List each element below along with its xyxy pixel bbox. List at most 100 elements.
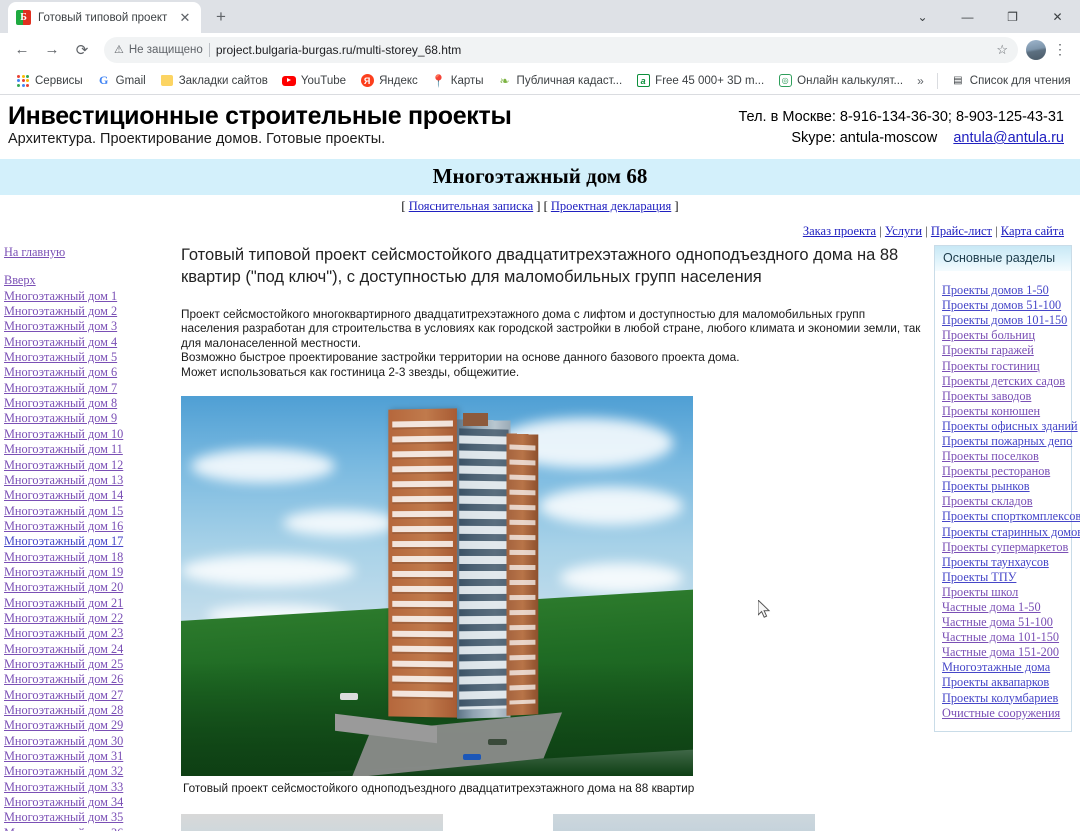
right-sidebar-item-9[interactable]: Проекты конюшен	[942, 404, 1065, 419]
bookmark-gmail[interactable]: G Gmail	[90, 72, 153, 90]
right-sidebar-item-17[interactable]: Проекты старинных домов	[942, 525, 1080, 540]
bookmark-star-icon[interactable]: ☆	[996, 42, 1008, 58]
sidebar-item-project-7[interactable]: Многоэтажный дом 7	[4, 381, 175, 396]
right-sidebar-item-29[interactable]: Очистные сооружения	[942, 706, 1065, 721]
right-sidebar-item-3[interactable]: Проекты домов 101-150	[942, 313, 1067, 328]
right-sidebar-item-18[interactable]: Проекты супермаркетов	[942, 540, 1068, 555]
reading-list-button[interactable]: ▤ Список для чтения	[944, 72, 1078, 90]
back-icon[interactable]: ←	[8, 36, 36, 64]
right-sidebar-item-5[interactable]: Проекты гаражей	[942, 343, 1065, 358]
right-sidebar-item-23[interactable]: Частные дома 51-100	[942, 615, 1065, 630]
sidebar-item-project-24[interactable]: Многоэтажный дом 24	[4, 642, 175, 657]
sidebar-item-project-16[interactable]: Многоэтажный дом 16	[4, 519, 175, 534]
bookmark-sites-folder[interactable]: Закладки сайтов	[153, 72, 275, 90]
right-sidebar-item-27[interactable]: Проекты аквапарков	[942, 675, 1065, 690]
right-sidebar-item-16[interactable]: Проекты спорткомплексов	[942, 509, 1080, 524]
right-sidebar-item-4[interactable]: Проекты больниц	[942, 328, 1065, 343]
forward-icon[interactable]: →	[38, 36, 66, 64]
right-sidebar-item-26[interactable]: Многоэтажные дома	[942, 660, 1065, 675]
sidebar-item-project-21[interactable]: Многоэтажный дом 21	[4, 596, 175, 611]
right-sidebar-item-12[interactable]: Проекты поселков	[942, 449, 1065, 464]
sidebar-item-project-33[interactable]: Многоэтажный дом 33	[4, 780, 175, 795]
sidebar-item-project-25[interactable]: Многоэтажный дом 25	[4, 657, 175, 672]
bookmark-3d-models[interactable]: a Free 45 000+ 3D m...	[629, 72, 771, 90]
bookmark-yandex[interactable]: Я Яндекс	[353, 72, 425, 90]
sidebar-item-project-28[interactable]: Многоэтажный дом 28	[4, 703, 175, 718]
sidebar-item-project-12[interactable]: Многоэтажный дом 12	[4, 458, 175, 473]
browser-tab-active[interactable]: Б Готовый типовой проект сейсм ✕	[8, 2, 201, 33]
sidebar-item-home[interactable]: На главную	[4, 245, 175, 260]
right-sidebar-item-14[interactable]: Проекты рынков	[942, 479, 1065, 494]
sidebar-item-project-11[interactable]: Многоэтажный дом 11	[4, 442, 175, 457]
maximize-icon[interactable]: ❐	[990, 0, 1035, 33]
minimize-icon[interactable]: —	[945, 0, 990, 33]
right-sidebar-item-25[interactable]: Частные дома 151-200	[942, 645, 1065, 660]
sidebar-item-project-31[interactable]: Многоэтажный дом 31	[4, 749, 175, 764]
right-sidebar-item-13[interactable]: Проекты ресторанов	[942, 464, 1065, 479]
new-tab-button[interactable]: +	[207, 3, 235, 31]
sidebar-item-project-4[interactable]: Многоэтажный дом 4	[4, 335, 175, 350]
right-sidebar-item-21[interactable]: Проекты школ	[942, 585, 1065, 600]
right-sidebar-item-28[interactable]: Проекты колумбариев	[942, 691, 1065, 706]
sidebar-item-project-6[interactable]: Многоэтажный дом 6	[4, 365, 175, 380]
sidebar-item-project-19[interactable]: Многоэтажный дом 19	[4, 565, 175, 580]
sidebar-item-project-13[interactable]: Многоэтажный дом 13	[4, 473, 175, 488]
profile-avatar[interactable]	[1026, 39, 1046, 60]
bookmark-online-calculator[interactable]: ◎ Онлайн калькулят...	[771, 72, 910, 90]
sidebar-item-project-26[interactable]: Многоэтажный дом 26	[4, 672, 175, 687]
right-sidebar-item-24[interactable]: Частные дома 101-150	[942, 630, 1065, 645]
address-bar[interactable]: ⚠ Не защищено project.bulgaria-burgas.ru…	[104, 36, 1018, 63]
right-sidebar-item-7[interactable]: Проекты детских садов	[942, 374, 1065, 389]
bookmark-services[interactable]: Сервисы	[9, 72, 90, 90]
sitemap-link[interactable]: Карта сайта	[1001, 224, 1064, 238]
right-sidebar-item-1[interactable]: Проекты домов 1-50	[942, 283, 1065, 298]
sidebar-item-project-2[interactable]: Многоэтажный дом 2	[4, 304, 175, 319]
sidebar-item-project-36[interactable]: Многоэтажный дом 36	[4, 826, 175, 831]
sidebar-item-project-29[interactable]: Многоэтажный дом 29	[4, 718, 175, 733]
right-sidebar-item-11[interactable]: Проекты пожарных депо	[942, 434, 1072, 449]
sidebar-item-project-34[interactable]: Многоэтажный дом 34	[4, 795, 175, 810]
sidebar-item-project-3[interactable]: Многоэтажный дом 3	[4, 319, 175, 334]
price-list-link[interactable]: Прайс-лист	[931, 224, 992, 238]
close-window-icon[interactable]: ✕	[1035, 0, 1080, 33]
thumbnail-image-2[interactable]	[553, 813, 815, 831]
right-sidebar-item-10[interactable]: Проекты офисных зданий	[942, 419, 1078, 434]
sidebar-item-project-23[interactable]: Многоэтажный дом 23	[4, 626, 175, 641]
close-tab-icon[interactable]: ✕	[177, 10, 193, 26]
right-sidebar-item-15[interactable]: Проекты складов	[942, 494, 1065, 509]
right-sidebar-item-6[interactable]: Проекты гостиниц	[942, 359, 1065, 374]
right-sidebar-item-20[interactable]: Проекты ТПУ	[942, 570, 1065, 585]
sidebar-item-project-17[interactable]: Многоэтажный дом 17	[4, 534, 175, 549]
sidebar-item-project-18[interactable]: Многоэтажный дом 18	[4, 550, 175, 565]
sidebar-item-project-22[interactable]: Многоэтажный дом 22	[4, 611, 175, 626]
right-sidebar-item-22[interactable]: Частные дома 1-50	[942, 600, 1065, 615]
sidebar-item-project-14[interactable]: Многоэтажный дом 14	[4, 488, 175, 503]
sidebar-item-project-9[interactable]: Многоэтажный дом 9	[4, 411, 175, 426]
order-project-link[interactable]: Заказ проекта	[803, 224, 876, 238]
sidebar-item-project-10[interactable]: Многоэтажный дом 10	[4, 427, 175, 442]
building-render-image[interactable]	[181, 395, 693, 776]
reload-icon[interactable]: ⟳	[68, 36, 96, 64]
sidebar-item-project-32[interactable]: Многоэтажный дом 32	[4, 764, 175, 779]
sidebar-item-project-27[interactable]: Многоэтажный дом 27	[4, 688, 175, 703]
right-sidebar-item-2[interactable]: Проекты домов 51-100	[942, 298, 1065, 313]
bookmark-maps[interactable]: 📍 Карты	[425, 72, 491, 90]
sidebar-item-project-35[interactable]: Многоэтажный дом 35	[4, 810, 175, 825]
email-link[interactable]: antula@antula.ru	[953, 130, 1064, 146]
browser-menu-icon[interactable]: ⋮	[1048, 41, 1072, 58]
chevron-down-icon[interactable]: ⌄	[900, 0, 945, 33]
bookmarks-overflow-icon[interactable]: »	[910, 72, 931, 90]
services-link[interactable]: Услуги	[885, 224, 922, 238]
sidebar-item-project-5[interactable]: Многоэтажный дом 5	[4, 350, 175, 365]
sidebar-item-project-20[interactable]: Многоэтажный дом 20	[4, 580, 175, 595]
explanatory-note-link[interactable]: Пояснительная записка	[409, 199, 533, 213]
bookmark-youtube[interactable]: YouTube	[275, 72, 353, 90]
right-sidebar-item-8[interactable]: Проекты заводов	[942, 389, 1065, 404]
thumbnail-image-1[interactable]	[181, 813, 443, 831]
bookmark-cadastre[interactable]: ❧ Публичная кадаст...	[491, 72, 630, 90]
sidebar-item-project-8[interactable]: Многоэтажный дом 8	[4, 396, 175, 411]
sidebar-item-up[interactable]: Вверх	[4, 273, 175, 288]
right-sidebar-item-19[interactable]: Проекты таунхаусов	[942, 555, 1065, 570]
project-declaration-link[interactable]: Проектная декларация	[551, 199, 671, 213]
sidebar-item-project-30[interactable]: Многоэтажный дом 30	[4, 734, 175, 749]
